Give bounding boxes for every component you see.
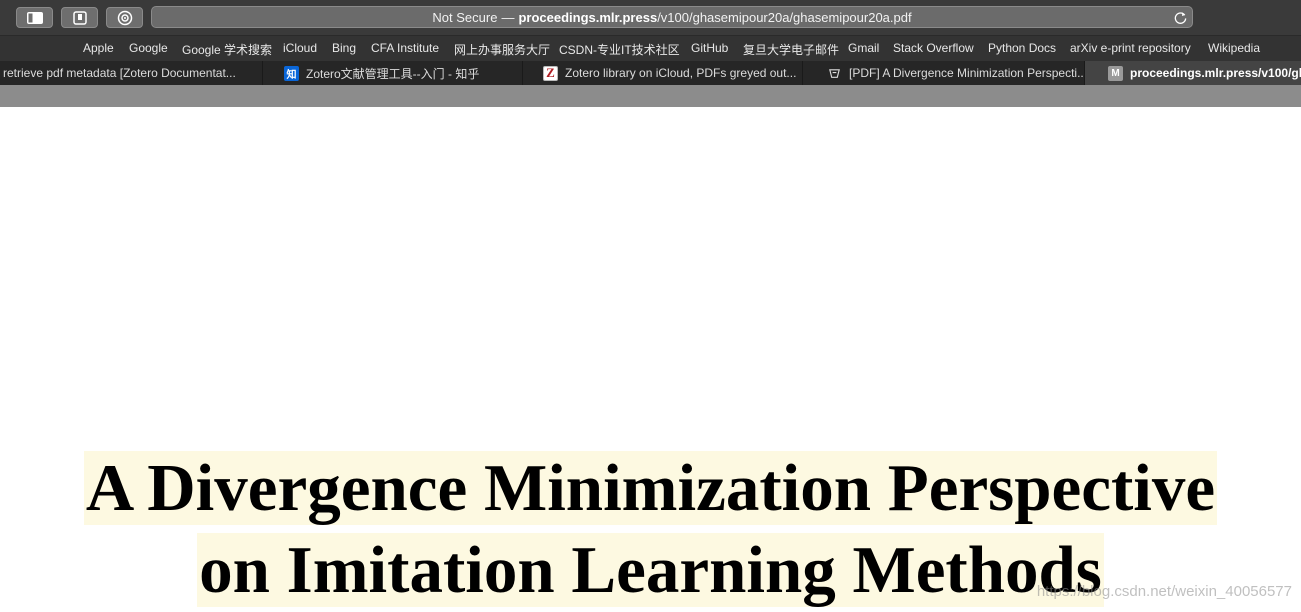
zhihu-icon: 知: [284, 65, 299, 81]
share-icon: [72, 10, 87, 25]
tab-label: proceedings.mlr.press/v100/ghasemipour20…: [1130, 66, 1301, 80]
browser-toolbar: Not Secure — proceedings.mlr.press /v100…: [0, 0, 1301, 36]
tab-bar: retrieve pdf metadata [Zotero Documentat…: [0, 61, 1301, 85]
share-button[interactable]: [61, 7, 98, 28]
title-line-2: on Imitation Learning Methods: [197, 533, 1104, 607]
favorite-icloud[interactable]: iCloud: [283, 41, 317, 55]
address-bar[interactable]: Not Secure — proceedings.mlr.press /v100…: [151, 6, 1193, 28]
tab-active-pdf[interactable]: M proceedings.mlr.press/v100/ghasemipour…: [1085, 61, 1301, 85]
favorites-bar: Apple Google Google 学术搜索 iCloud Bing CFA…: [0, 36, 1301, 61]
pdf-page: A Divergence Minimization Perspective on…: [0, 107, 1301, 612]
favorite-fudan-email[interactable]: 复旦大学电子邮件: [743, 41, 839, 58]
reload-icon[interactable]: [1173, 10, 1188, 25]
sidebar-button[interactable]: [16, 7, 53, 28]
title-line-1: A Divergence Minimization Perspective: [83, 451, 1218, 525]
favorite-csdn[interactable]: CSDN-专业IT技术社区: [559, 41, 680, 58]
tab-zotero-forum[interactable]: Z Zotero library on iCloud, PDFs greyed …: [523, 61, 803, 85]
favorite-stack-overflow[interactable]: Stack Overflow: [893, 41, 974, 55]
tab-label: retrieve pdf metadata [Zotero Documentat…: [3, 66, 236, 80]
tab-pdf-search-result[interactable]: [PDF] A Divergence Minimization Perspect…: [803, 61, 1085, 85]
mlr-icon: M: [1108, 65, 1123, 81]
reader-button[interactable]: [106, 7, 143, 28]
favorite-python-docs[interactable]: Python Docs: [988, 41, 1056, 55]
favorite-cfa-institute[interactable]: CFA Institute: [371, 41, 439, 55]
sidebar-icon: [26, 11, 43, 24]
zotero-icon: Z: [543, 65, 558, 81]
favorite-gmail[interactable]: Gmail: [848, 41, 879, 55]
address-domain: proceedings.mlr.press: [518, 9, 658, 25]
favorite-google-scholar[interactable]: Google 学术搜索: [182, 41, 272, 58]
favorite-apple[interactable]: Apple: [83, 41, 114, 55]
security-label: Not Secure: [432, 9, 498, 25]
tab-label: Zotero文献管理工具--入门 - 知乎: [306, 66, 480, 81]
tab-label: [PDF] A Divergence Minimization Perspect…: [849, 66, 1085, 80]
favorite-google[interactable]: Google: [129, 41, 168, 55]
favorite-bing[interactable]: Bing: [332, 41, 356, 55]
favorite-arxiv[interactable]: arXiv e-print repository: [1070, 41, 1191, 55]
tab-label: Zotero library on iCloud, PDFs greyed ou…: [565, 66, 797, 80]
watermark: https://blog.csdn.net/weixin_40056577: [1036, 583, 1292, 600]
reader-icon: [117, 10, 132, 25]
favorite-online-services[interactable]: 网上办事服务大厅: [454, 41, 550, 58]
address-path: /v100/ghasemipour20a/ghasemipour20a.pdf: [657, 9, 912, 25]
pdf-viewer-gutter: [0, 85, 1301, 107]
pdf-icon: [829, 68, 840, 78]
address-separator: —: [501, 9, 515, 25]
tab-zhihu[interactable]: 知 Zotero文献管理工具--入门 - 知乎: [263, 61, 523, 85]
tab-zotero-documentation[interactable]: retrieve pdf metadata [Zotero Documentat…: [0, 61, 263, 85]
favorite-wikipedia[interactable]: Wikipedia: [1208, 41, 1260, 55]
favorite-github[interactable]: GitHub: [691, 41, 728, 55]
